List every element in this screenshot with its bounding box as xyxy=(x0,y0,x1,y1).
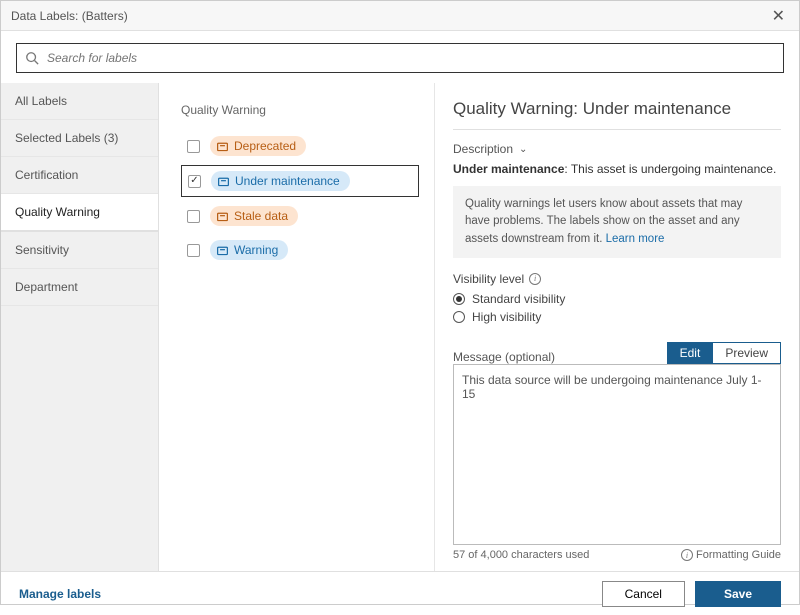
info-text: Quality warnings let users know about as… xyxy=(465,198,742,245)
label-text: Under maintenance xyxy=(235,174,340,188)
detail-panel: Quality Warning: Under maintenance Descr… xyxy=(434,83,799,571)
footer-buttons: Cancel Save xyxy=(602,581,781,607)
search-area xyxy=(1,31,799,83)
message-footer: 57 of 4,000 characters used Formatting G… xyxy=(453,549,781,561)
message-label: Message (optional) xyxy=(453,350,555,364)
info-icon xyxy=(681,549,693,561)
label-pill: Under maintenance xyxy=(211,171,350,191)
learn-more-link[interactable]: Learn more xyxy=(606,233,665,245)
message-header: Message (optional) Edit Preview xyxy=(453,342,781,364)
search-icon xyxy=(25,51,39,65)
info-icon[interactable] xyxy=(529,273,541,285)
description-toggle[interactable]: Description ⌄ xyxy=(453,142,781,156)
label-row-under-maintenance[interactable]: Under maintenance xyxy=(181,165,419,197)
sidebar-item-department[interactable]: Department xyxy=(1,269,158,306)
warning-icon xyxy=(216,140,229,153)
label-pill: Warning xyxy=(210,240,288,260)
detail-title: Quality Warning: Under maintenance xyxy=(453,99,781,130)
manage-labels-link[interactable]: Manage labels xyxy=(19,587,101,601)
message-textarea[interactable] xyxy=(453,364,781,545)
tab-preview[interactable]: Preview xyxy=(712,342,781,364)
label-text: Warning xyxy=(234,243,278,257)
tab-edit[interactable]: Edit xyxy=(667,342,713,364)
dialog-body: All Labels Selected Labels (3) Certifica… xyxy=(1,83,799,571)
chevron-down-icon: ⌄ xyxy=(519,144,527,155)
sidebar-item-sensitivity[interactable]: Sensitivity xyxy=(1,232,158,269)
sidebar-item-all-labels[interactable]: All Labels xyxy=(1,83,158,120)
description-text: : This asset is undergoing maintenance. xyxy=(564,162,776,176)
message-tabs: Edit Preview xyxy=(667,342,781,364)
description-name: Under maintenance xyxy=(453,162,564,176)
checkbox[interactable] xyxy=(187,210,200,223)
sidebar-item-quality-warning[interactable]: Quality Warning xyxy=(1,194,158,232)
search-box[interactable] xyxy=(16,43,784,73)
warning-icon xyxy=(216,244,229,257)
cancel-button[interactable]: Cancel xyxy=(602,581,685,607)
checkbox[interactable] xyxy=(187,244,200,257)
label-row-stale-data[interactable]: Stale data xyxy=(181,201,419,231)
info-box: Quality warnings let users know about as… xyxy=(453,186,781,258)
sidebar: All Labels Selected Labels (3) Certifica… xyxy=(1,83,159,571)
dialog-title: Data Labels: (Batters) xyxy=(11,9,128,23)
radio-label: Standard visibility xyxy=(472,292,565,306)
radio-icon xyxy=(453,311,465,323)
visibility-level-label: Visibility level xyxy=(453,272,781,286)
checkbox[interactable] xyxy=(188,175,201,188)
titlebar: Data Labels: (Batters) ✕ xyxy=(1,1,799,31)
save-button[interactable]: Save xyxy=(695,581,781,607)
description-line: Under maintenance: This asset is undergo… xyxy=(453,162,781,176)
radio-high-visibility[interactable]: High visibility xyxy=(453,310,781,324)
search-input[interactable] xyxy=(45,50,775,66)
warning-icon xyxy=(216,210,229,223)
char-count: 57 of 4,000 characters used xyxy=(453,549,589,561)
radio-label: High visibility xyxy=(472,310,541,324)
label-row-deprecated[interactable]: Deprecated xyxy=(181,131,419,161)
description-label: Description xyxy=(453,142,513,156)
checkbox[interactable] xyxy=(187,140,200,153)
dialog-footer: Manage labels Cancel Save xyxy=(1,571,799,615)
label-pill: Stale data xyxy=(210,206,298,226)
sidebar-item-certification[interactable]: Certification xyxy=(1,157,158,194)
labels-list-panel: Quality Warning Deprecated Under mainten… xyxy=(159,83,434,571)
radio-icon xyxy=(453,293,465,305)
maintenance-icon xyxy=(217,175,230,188)
label-text: Stale data xyxy=(234,209,288,223)
close-icon[interactable]: ✕ xyxy=(768,6,789,26)
sidebar-item-selected-labels[interactable]: Selected Labels (3) xyxy=(1,120,158,157)
formatting-guide-link[interactable]: Formatting Guide xyxy=(681,549,781,561)
labels-list-title: Quality Warning xyxy=(181,103,419,117)
label-pill: Deprecated xyxy=(210,136,306,156)
label-text: Deprecated xyxy=(234,139,296,153)
label-row-warning[interactable]: Warning xyxy=(181,235,419,265)
radio-standard-visibility[interactable]: Standard visibility xyxy=(453,292,781,306)
